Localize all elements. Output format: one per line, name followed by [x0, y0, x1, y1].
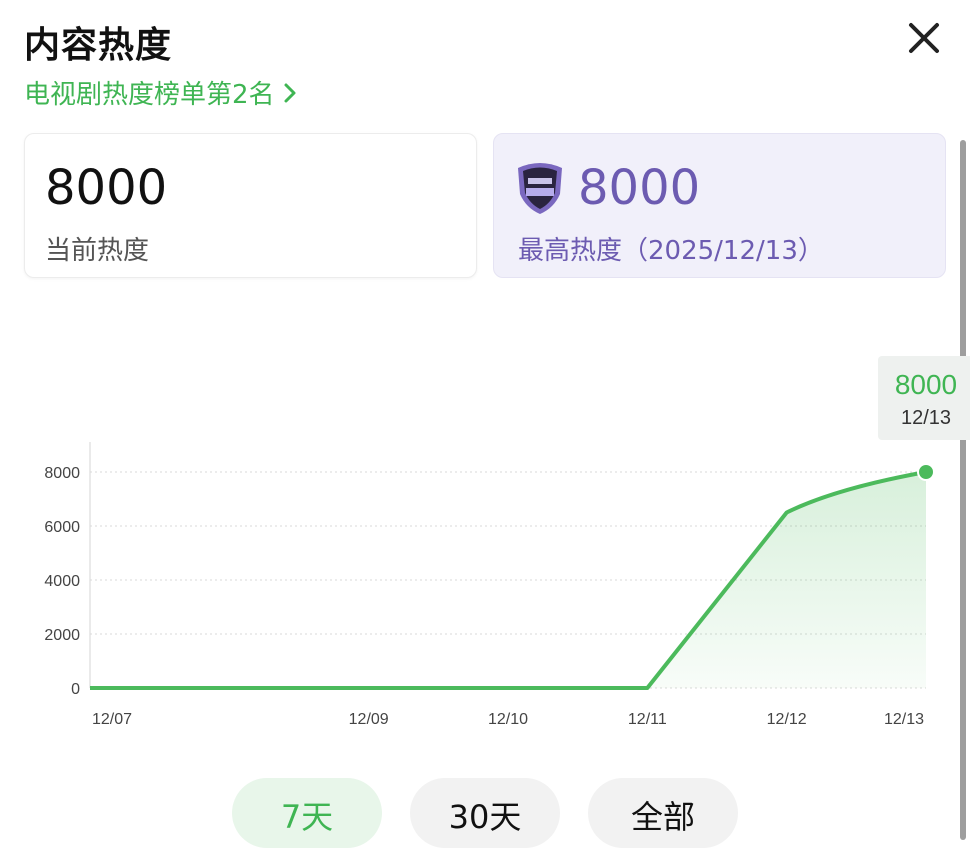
tab-7-days[interactable]: 7天: [232, 778, 382, 848]
x-tick-label: 12/09: [349, 711, 389, 728]
y-tick-label: 6000: [44, 519, 80, 536]
chevron-right-icon: [284, 83, 296, 102]
close-icon[interactable]: [904, 18, 944, 58]
peak-heat-card: 8000 最高热度（2025/12/13）: [493, 133, 946, 278]
last-data-point: [917, 463, 935, 481]
range-tabs: 7天 30天 全部: [0, 778, 970, 848]
peak-heat-label: 最高热度（2025/12/13）: [518, 236, 824, 266]
y-tick-label: 0: [71, 681, 80, 698]
tab-all[interactable]: 全部: [588, 778, 738, 848]
y-tick-label: 8000: [44, 465, 80, 482]
tooltip-value: 8000: [895, 369, 957, 400]
current-heat-label: 当前热度: [45, 236, 150, 266]
current-heat-card: 8000 当前热度: [24, 133, 477, 278]
rank-link-label: 电视剧热度榜单第2名: [24, 80, 275, 110]
current-heat-value: 8000: [45, 160, 168, 216]
x-tick-label: 12/10: [488, 711, 528, 728]
page-title: 内容热度: [24, 25, 173, 66]
rank-link[interactable]: 电视剧热度榜单第2名: [24, 74, 299, 111]
heat-trend-chart: 0 2000 4000 6000 8000 8000 12/13 12/07 12/09 12/1…: [44, 356, 970, 728]
x-tick-label: 12/13: [884, 711, 924, 728]
y-tick-label: 2000: [44, 627, 80, 644]
y-tick-label: 4000: [44, 573, 80, 590]
tooltip-date: 12/13: [901, 407, 951, 429]
peak-heat-value: 8000: [578, 160, 701, 216]
shield-badge-icon: [518, 163, 562, 214]
x-tick-label: 12/11: [628, 711, 667, 728]
x-tick-label: 12/07: [92, 711, 132, 728]
tab-30-days[interactable]: 30天: [410, 778, 560, 848]
x-tick-label: 12/12: [767, 711, 807, 728]
